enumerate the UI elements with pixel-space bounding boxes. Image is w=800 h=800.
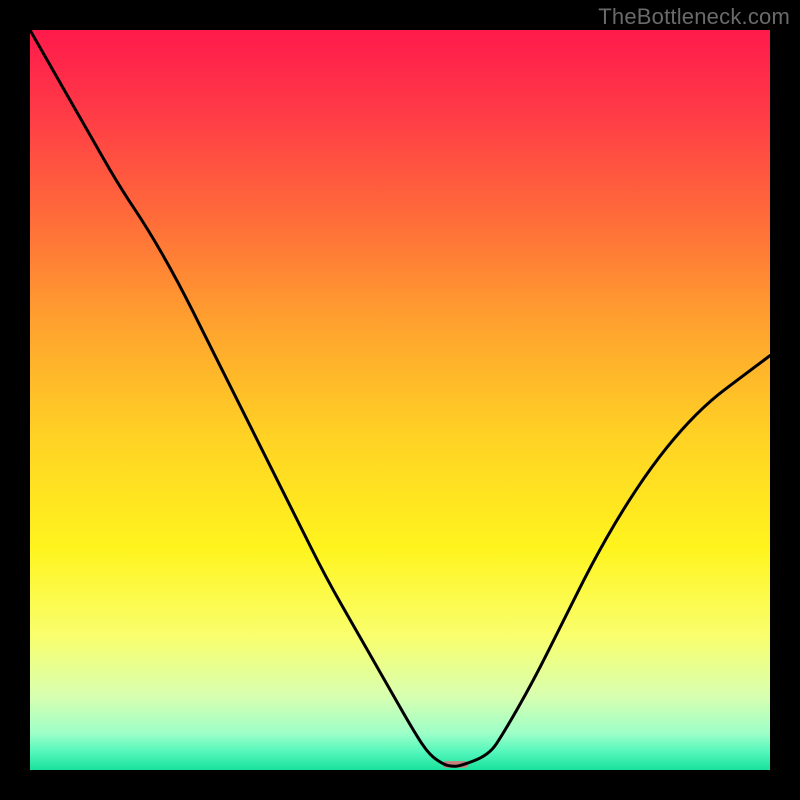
chart-frame: TheBottleneck.com xyxy=(0,0,800,800)
plot-background xyxy=(30,30,770,770)
bottleneck-plot xyxy=(30,30,770,770)
watermark-text: TheBottleneck.com xyxy=(598,4,790,30)
